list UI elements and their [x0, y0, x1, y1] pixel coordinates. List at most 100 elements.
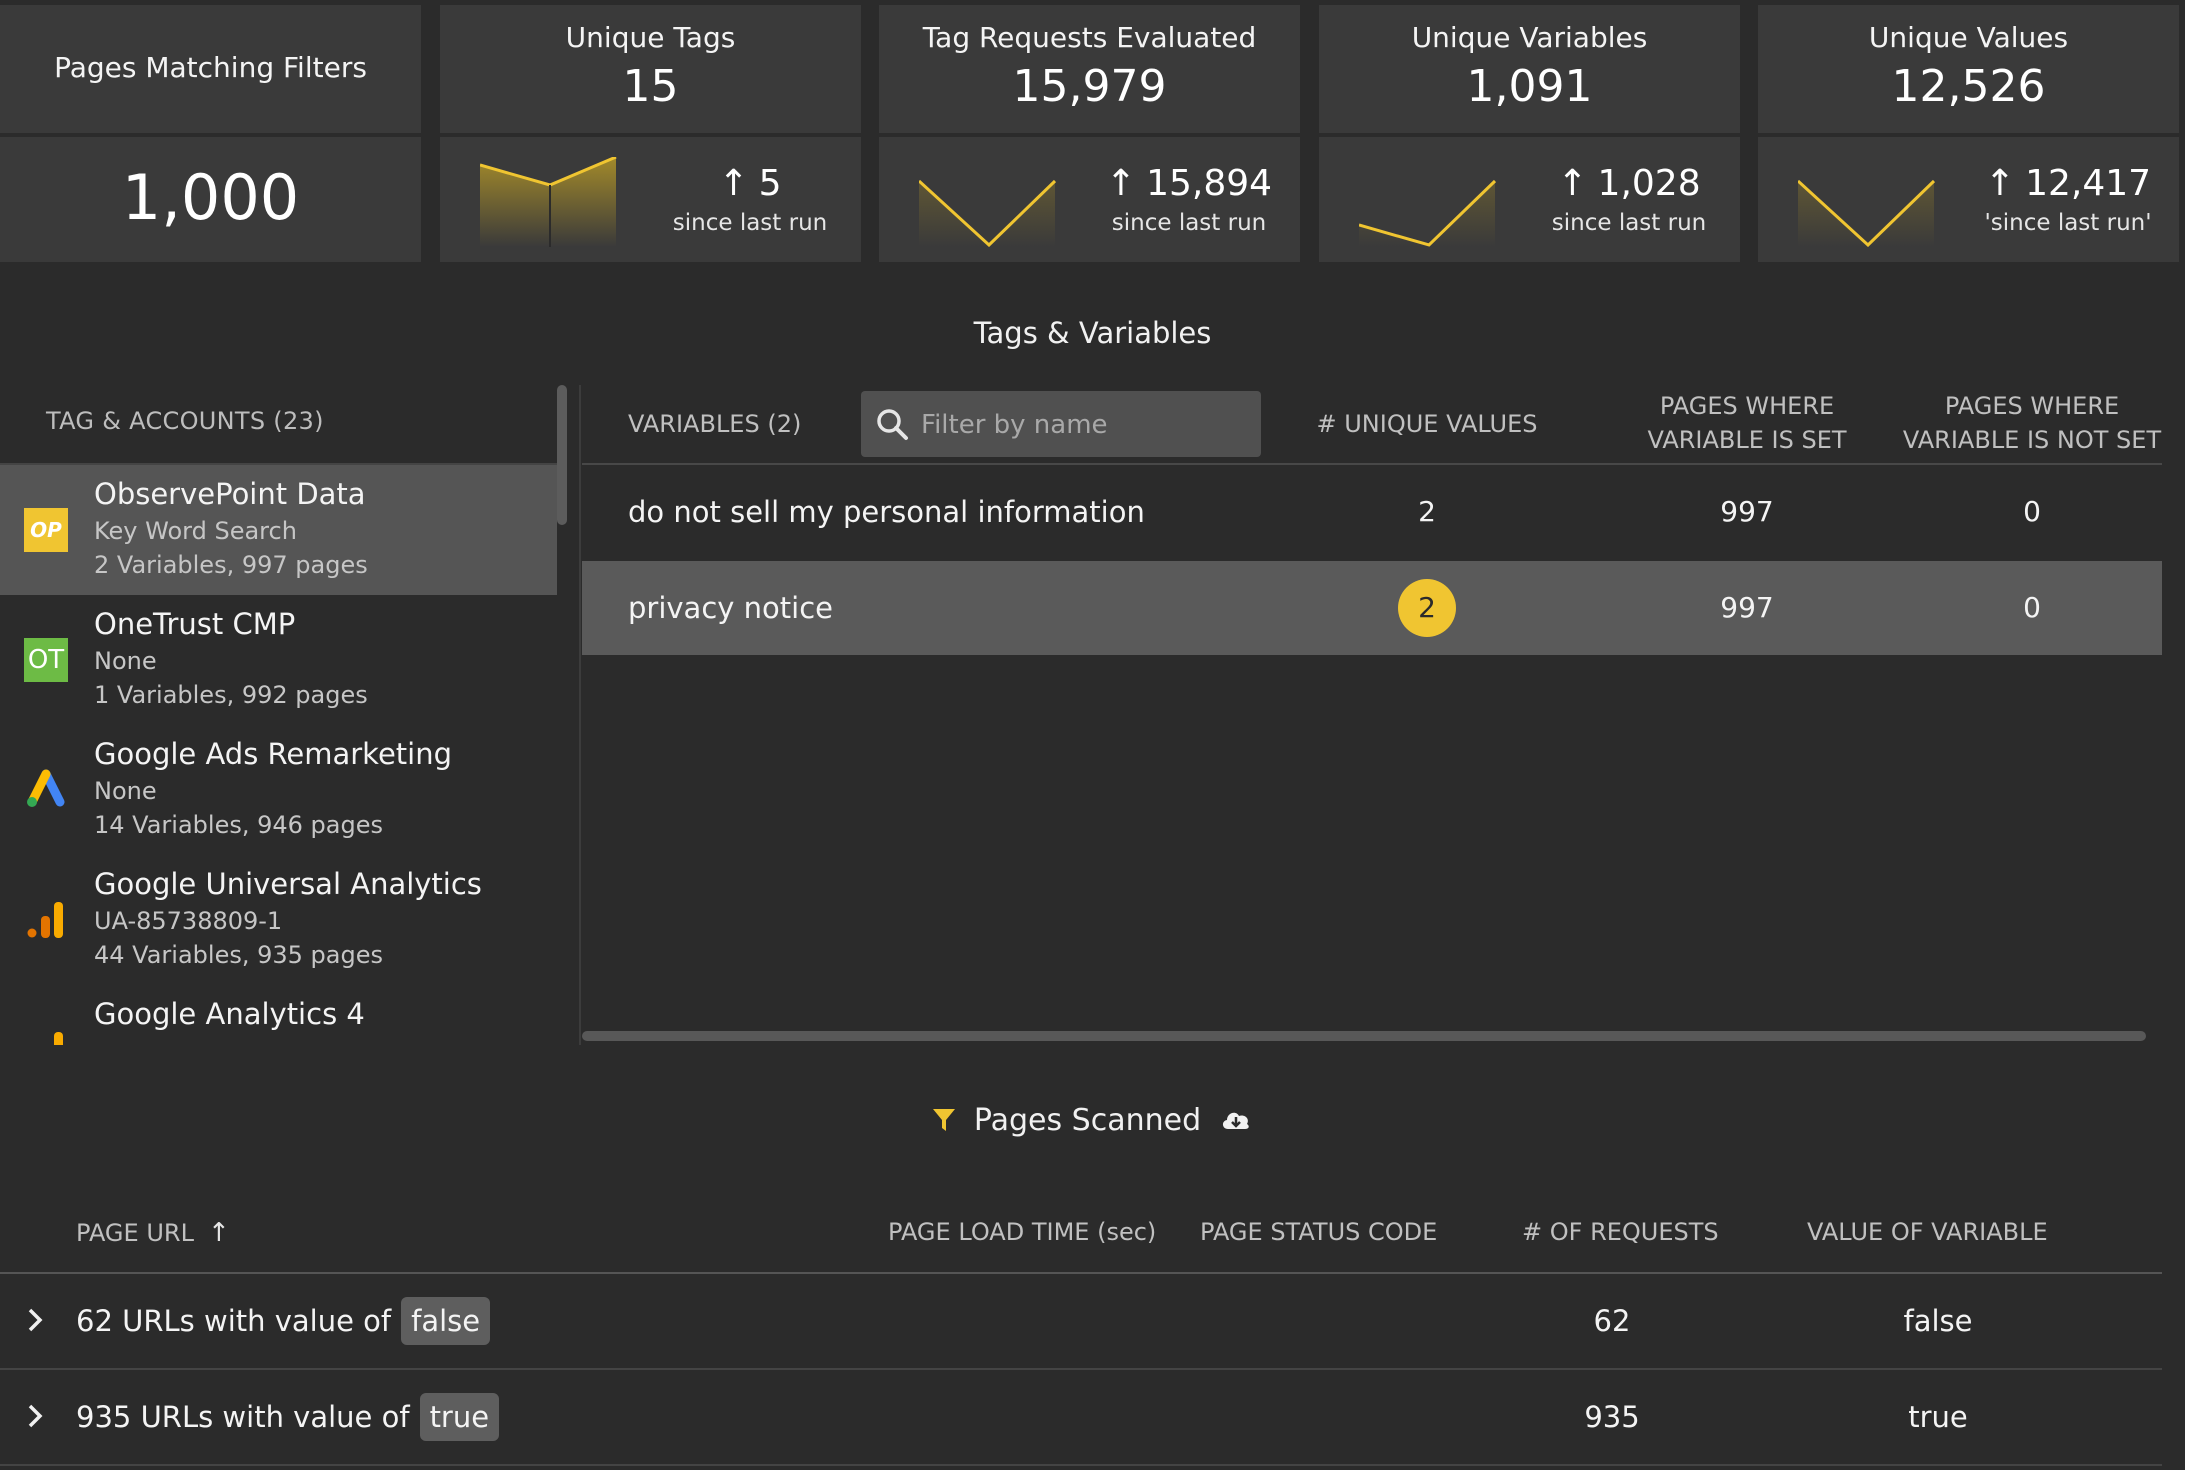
- url-group-row[interactable]: 935 URLs with value of true 935 true: [0, 1370, 2162, 1466]
- tag-name: OneTrust CMP: [94, 607, 296, 641]
- sparkline-chart: [1359, 179, 1497, 247]
- tag-account: Key Word Search: [94, 517, 297, 545]
- tag-account: None: [94, 647, 157, 675]
- unique-values-badge[interactable]: 2: [1398, 579, 1456, 637]
- pages-scanned-header: Pages Scanned: [0, 1100, 2185, 1140]
- unique-tags-title: Unique Tags: [565, 21, 736, 54]
- pages-scanned-title: Pages Scanned: [973, 1102, 1202, 1138]
- tag-stats: 1 Variables, 992 pages: [94, 681, 368, 709]
- unique-values-card: Unique Values 12,526: [1758, 5, 2179, 133]
- tag-list-scrollbar[interactable]: [557, 385, 567, 525]
- tags-variables-title: Tags & Variables: [973, 316, 1212, 350]
- sparkline-chart: [1798, 179, 1936, 247]
- pages-set-cell: 997: [1720, 495, 1774, 528]
- google-analytics-icon: [54, 1032, 63, 1045]
- google-analytics-icon: [27, 902, 63, 938]
- cloud-download-icon[interactable]: [1219, 1107, 1253, 1133]
- onetrust-icon: OT: [24, 638, 68, 682]
- tag-item-google-universal-analytics[interactable]: Google Universal Analytics UA-85738809-1…: [0, 855, 557, 985]
- filter-icon[interactable]: [932, 1107, 956, 1133]
- divider: [579, 385, 581, 1045]
- tag-list-header: TAG & ACCOUNTS (23): [46, 407, 324, 435]
- unique-values-title: Unique Values: [1868, 21, 2069, 54]
- tag-requests-delta: 15,894: [1146, 163, 1273, 204]
- tag-item-onetrust[interactable]: OT OneTrust CMP None 1 Variables, 992 pa…: [0, 595, 557, 725]
- tag-stats: 14 Variables, 946 pages: [94, 811, 383, 839]
- delta-label: since last run: [1111, 210, 1267, 236]
- variable-name: privacy notice: [628, 591, 833, 625]
- column-header-requests[interactable]: # OF REQUESTS: [1522, 1218, 1719, 1246]
- tag-requests-trend-card: ↑ 15,894 since last run: [879, 137, 1300, 262]
- unique-values-trend-card: ↑ 12,417 'since last run': [1758, 137, 2179, 262]
- chevron-right-icon[interactable]: [26, 1402, 44, 1430]
- unique-values-cell[interactable]: 2: [1367, 465, 1487, 559]
- delta-label: 'since last run': [1984, 210, 2152, 236]
- tag-name: Google Universal Analytics: [94, 867, 482, 901]
- column-header-line: PAGES WHERE: [1659, 392, 1835, 420]
- tag-name: Google Ads Remarketing: [94, 737, 452, 771]
- column-header-status-code[interactable]: PAGE STATUS CODE: [1200, 1218, 1437, 1246]
- chevron-right-icon[interactable]: [26, 1306, 44, 1334]
- pages-matching-card: Pages Matching Filters: [0, 5, 421, 133]
- column-header-value[interactable]: VALUE OF VARIABLE: [1807, 1218, 2048, 1246]
- column-header-load-time[interactable]: PAGE LOAD TIME (sec): [888, 1218, 1156, 1246]
- tag-name: ObservePoint Data: [94, 477, 366, 511]
- column-header-line: VARIABLE IS NOT SET: [1902, 426, 2162, 454]
- tag-stats: 44 Variables, 935 pages: [94, 941, 383, 969]
- unique-tags-card: Unique Tags 15: [440, 5, 861, 133]
- sparkline-chart: [919, 179, 1057, 247]
- search-icon: [877, 409, 908, 440]
- column-header-pages-set[interactable]: PAGES WHERE VARIABLE IS SET: [1602, 389, 1892, 457]
- variable-name: do not sell my personal information: [628, 495, 1145, 529]
- unique-values-value: 12,526: [1891, 61, 2046, 112]
- column-header-label: PAGE URL: [76, 1219, 194, 1247]
- observepoint-icon: OP: [24, 508, 68, 552]
- delta-label: since last run: [1551, 210, 1707, 236]
- unique-variables-value: 1,091: [1466, 61, 1593, 112]
- pages-matching-title: Pages Matching Filters: [54, 51, 367, 84]
- unique-variables-card: Unique Variables 1,091: [1319, 5, 1740, 133]
- tag-requests-value: 15,979: [1012, 61, 1167, 112]
- column-header-line: PAGES WHERE: [1944, 392, 2120, 420]
- column-header-pages-not-set[interactable]: PAGES WHERE VARIABLE IS NOT SET: [1872, 389, 2185, 457]
- url-group-label: 935 URLs with value of true: [76, 1370, 500, 1464]
- tag-item-google-ads[interactable]: Google Ads Remarketing None 14 Variables…: [0, 725, 557, 855]
- value-pill: true: [419, 1393, 500, 1441]
- unique-variables-delta: 1,028: [1597, 163, 1701, 204]
- tag-item-google-analytics-4[interactable]: Google Analytics 4: [0, 985, 557, 1045]
- pages-matching-value-card: 1,000: [0, 137, 421, 262]
- tag-requests-card: Tag Requests Evaluated 15,979: [879, 5, 1300, 133]
- unique-values-delta: 12,417: [2025, 163, 2152, 204]
- value-cell: true: [1908, 1400, 1968, 1434]
- variable-search[interactable]: [861, 391, 1261, 459]
- url-group-text: 62 URLs with value of: [76, 1304, 392, 1338]
- pages-matching-value: 1,000: [121, 161, 300, 234]
- unique-tags-value: 15: [622, 61, 679, 112]
- search-input[interactable]: [919, 391, 1253, 459]
- pages-not-set-cell: 0: [2023, 495, 2041, 528]
- value-cell: false: [1903, 1304, 1973, 1338]
- column-header-unique-values[interactable]: # UNIQUE VALUES: [1297, 407, 1557, 441]
- tag-item-observepoint[interactable]: OP ObservePoint Data Key Word Search 2 V…: [0, 465, 557, 595]
- arrow-up-icon: ↑: [1984, 163, 2016, 204]
- delta-label: since last run: [672, 210, 828, 236]
- arrow-up-icon: ↑: [1105, 163, 1137, 204]
- variable-row[interactable]: privacy notice 2 997 0: [582, 561, 2162, 655]
- column-header-page-url[interactable]: PAGE URL ↑: [76, 1218, 230, 1248]
- url-group-row[interactable]: 62 URLs with value of false 62 false: [0, 1274, 2162, 1370]
- requests-cell: 935: [1584, 1400, 1640, 1434]
- variable-row[interactable]: do not sell my personal information 2 99…: [582, 465, 2162, 559]
- variables-horizontal-scrollbar[interactable]: [582, 1031, 2146, 1041]
- tag-name: Google Analytics 4: [94, 997, 365, 1031]
- unique-variables-title: Unique Variables: [1411, 21, 1648, 54]
- unique-variables-trend-card: ↑ 1,028 since last run: [1319, 137, 1740, 262]
- pages-set-cell: 997: [1720, 591, 1774, 624]
- tag-stats: 2 Variables, 997 pages: [94, 551, 368, 579]
- arrow-up-icon: ↑: [1557, 163, 1588, 204]
- url-group-label: 62 URLs with value of false: [76, 1274, 491, 1368]
- tag-list-panel: TAG & ACCOUNTS (23) OP ObservePoint Data…: [0, 385, 570, 1045]
- column-header-line: VARIABLE IS SET: [1647, 426, 1847, 454]
- variables-table: VARIABLES (2) # UNIQUE VALUES PAGES WHER…: [582, 385, 2162, 1045]
- google-ads-icon: [27, 769, 65, 807]
- variables-header: VARIABLES (2): [628, 410, 802, 438]
